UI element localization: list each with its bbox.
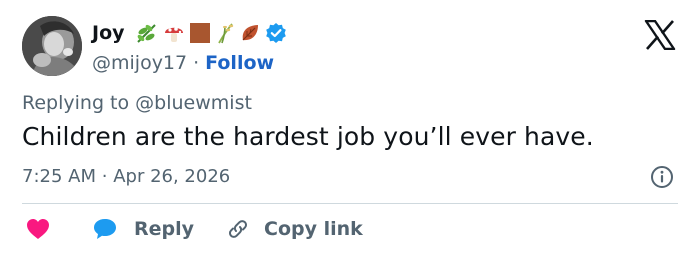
display-name[interactable]: Joy bbox=[92, 22, 125, 44]
reply-button[interactable]: Reply bbox=[92, 217, 194, 241]
tweet-time: 7:25 AM bbox=[22, 166, 96, 187]
verified-badge-icon bbox=[265, 22, 287, 44]
handle[interactable]: @mijoy17 bbox=[92, 52, 187, 74]
avatar[interactable] bbox=[22, 16, 82, 76]
meta-separator: · bbox=[101, 166, 108, 187]
tweet-date: Apr 26, 2026 bbox=[113, 166, 231, 187]
copy-link-label: Copy link bbox=[264, 218, 363, 240]
handle-separator: · bbox=[193, 52, 200, 74]
avatar-photo bbox=[22, 16, 82, 76]
like-button[interactable] bbox=[26, 218, 50, 240]
action-bar: Reply Copy link bbox=[26, 214, 363, 244]
copy-link-button[interactable]: Copy link bbox=[226, 217, 363, 241]
name-row: Joy bbox=[92, 18, 287, 48]
replying-prefix: Replying to bbox=[22, 92, 130, 114]
tweet-text: Children are the hardest job you’ll ever… bbox=[22, 122, 594, 151]
speech-bubble-icon bbox=[92, 217, 118, 241]
x-logo-icon[interactable] bbox=[644, 19, 676, 51]
heart-icon bbox=[26, 218, 50, 240]
handle-row: @mijoy17 · Follow bbox=[92, 50, 287, 76]
replying-mention[interactable]: @bluewmist bbox=[135, 92, 252, 114]
rice-plant-icon bbox=[215, 22, 235, 44]
follow-button[interactable]: Follow bbox=[205, 52, 274, 74]
fallen-leaf-icon bbox=[239, 22, 261, 44]
divider bbox=[22, 203, 678, 204]
brown-square-icon bbox=[189, 22, 211, 44]
reply-label: Reply bbox=[134, 218, 195, 240]
herb-icon bbox=[135, 22, 159, 44]
info-icon[interactable] bbox=[650, 165, 674, 189]
link-icon bbox=[226, 217, 250, 241]
tweet-header: Joy @mijoy17 · Follow bbox=[92, 18, 287, 76]
tweet-timestamp[interactable]: 7:25 AM · Apr 26, 2026 bbox=[22, 166, 230, 187]
mushroom-icon bbox=[163, 22, 185, 44]
name-emojis bbox=[135, 22, 261, 44]
replying-to: Replying to @bluewmist bbox=[22, 92, 252, 114]
